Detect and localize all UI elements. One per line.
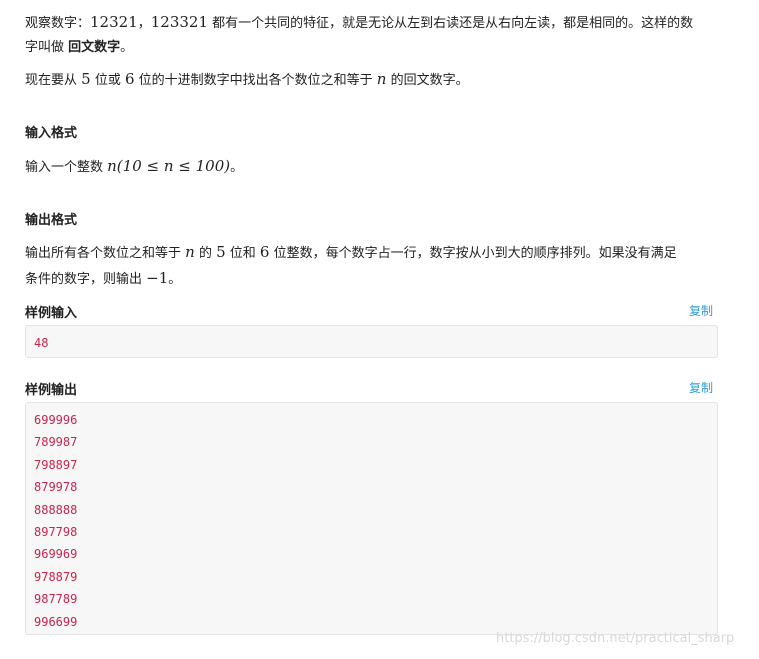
output-num-5: 5	[216, 243, 226, 261]
sample-output-box[interactable]: 699996 789987 798897 879978 888888 89779…	[25, 402, 718, 635]
task-paragraph: 现在要从 5 位或 6 位的十进制数字中找出各个数位之和等于 n 的回文数字。	[25, 67, 725, 93]
code-line: 699996	[34, 413, 78, 427]
code-line: 969969	[34, 547, 78, 562]
output-format-paragraph: 输出所有各个数位之和等于 n 的 5 位和 6 位整数，每个数字占一行，数字按从…	[25, 240, 725, 292]
sample-output-copy-button[interactable]: 复制	[689, 379, 713, 396]
task-num-5: 5	[81, 70, 91, 88]
output-var-n: n	[185, 243, 195, 261]
intro-text-3: 字叫做	[25, 40, 69, 55]
output-text-f: 。	[168, 272, 182, 287]
intro-number-1: 12321	[90, 13, 138, 31]
task-text-d: 的回文数字。	[386, 73, 469, 88]
input-text-a: 输入一个整数	[25, 160, 108, 175]
sample-output-heading: 样例输出	[25, 383, 78, 398]
code-line: 987789	[34, 592, 78, 607]
code-line: 897798	[34, 524, 78, 539]
output-text-a: 输出所有各个数位之和等于	[25, 246, 186, 261]
output-text-b: 的	[194, 246, 217, 261]
sample-output-header: 样例输出 复制	[25, 379, 718, 399]
output-text-e: 条件的数字，则输出	[25, 272, 147, 287]
intro-number-2: 123321	[150, 13, 209, 31]
sample-input-header: 样例输入 复制	[25, 302, 718, 322]
code-line: 978879	[34, 569, 78, 584]
output-num-6: 6	[259, 243, 270, 261]
code-line: 996699	[34, 614, 78, 629]
intro-text-1: 观察数字：	[25, 16, 91, 31]
sample-input-heading: 样例输入	[25, 306, 78, 321]
sample-input-box[interactable]: 48	[25, 325, 718, 358]
intro-text-2: 都有一个共同的特征，就是无论从左到右读还是从右向左读，都是相同的。这样的数	[208, 16, 694, 31]
sample-input-copy-button[interactable]: 复制	[689, 302, 713, 319]
input-format-heading: 输入格式	[25, 126, 78, 141]
input-text-b: 。	[230, 160, 244, 175]
code-line: 879978	[34, 480, 78, 495]
task-var-n: n	[376, 70, 387, 88]
intro-term: 回文数字	[68, 40, 121, 55]
input-math: n(10 ≤ n ≤ 100)	[107, 157, 231, 175]
output-format-heading: 输出格式	[25, 213, 78, 228]
code-line: 48	[34, 336, 49, 350]
output-text-c: 位和	[225, 246, 260, 261]
input-format-paragraph: 输入一个整数 n(10 ≤ n ≤ 100)。	[25, 154, 725, 180]
task-text-a: 现在要从	[25, 73, 82, 88]
output-neg-one: −1	[146, 269, 169, 287]
output-text-d: 位整数，每个数字占一行，数字按从小到大的顺序排列。如果没有满足	[269, 246, 677, 261]
task-text-c: 位的十进制数字中找出各个数位之和等于	[134, 73, 377, 88]
code-line: 888888	[34, 502, 78, 517]
task-num-6: 6	[124, 70, 135, 88]
intro-end: 。	[120, 40, 134, 55]
code-line: 798897	[34, 457, 78, 472]
intro-paragraph: 观察数字：12321，123321 都有一个共同的特征，就是无论从左到右读还是从…	[25, 10, 725, 60]
code-line: 789987	[34, 435, 78, 450]
intro-sep: ，	[137, 16, 151, 31]
task-text-b: 位或	[90, 73, 125, 88]
watermark: https://blog.csdn.net/practical_sharp	[496, 631, 735, 646]
